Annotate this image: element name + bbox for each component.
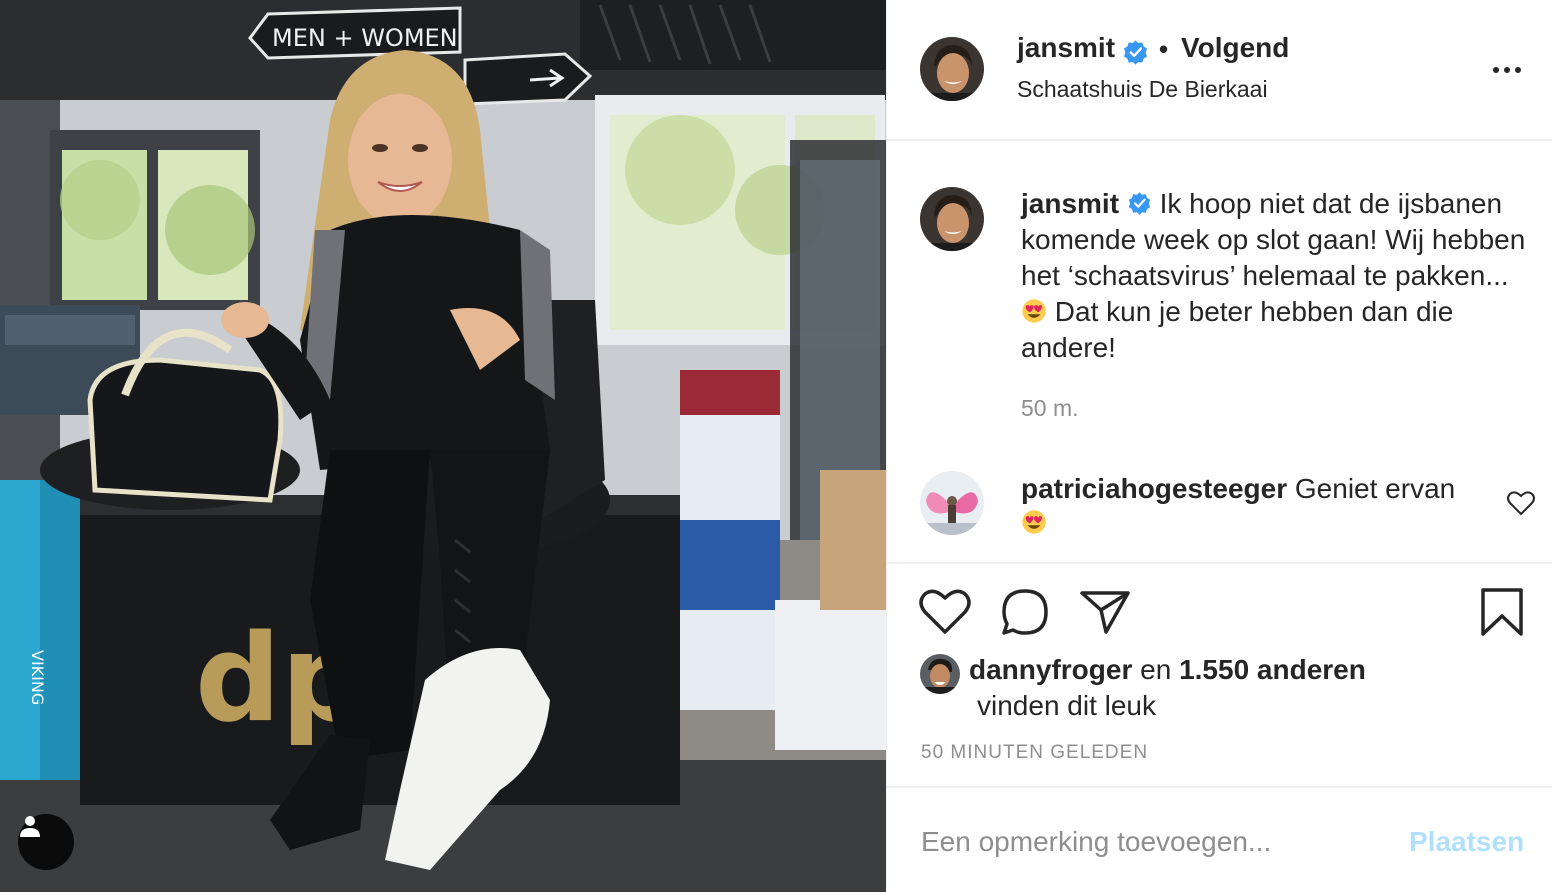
post-timestamp[interactable]: 50 MINUTEN GELEDEN xyxy=(921,742,1148,764)
heart-icon[interactable] xyxy=(919,588,971,636)
comment-text: patriciahogesteeger Geniet ervan xyxy=(1021,472,1491,540)
caption-body-2: Dat kun je beter hebben dan die andere! xyxy=(1021,296,1454,363)
comment-body: Geniet ervan xyxy=(1294,473,1456,504)
comment-like-heart-icon[interactable] xyxy=(1507,490,1535,516)
likes-connector: en xyxy=(1140,654,1172,685)
likes-summary: dannyfroger en 1.550 anderen xyxy=(969,654,1366,686)
post-photo[interactable]: MEN + WOMEN VIKING dp xyxy=(0,0,886,892)
actions-divider xyxy=(887,562,1552,564)
heart-eyes-emoji xyxy=(1022,299,1046,323)
caption-username[interactable]: jansmit xyxy=(1021,188,1119,219)
commenter-avatar[interactable] xyxy=(920,471,984,535)
author-avatar[interactable] xyxy=(920,37,984,101)
user-tag-button[interactable] xyxy=(18,814,74,870)
post-header: jansmit • Volgend Schaatshuis De Bierkaa… xyxy=(887,0,1552,141)
post-location[interactable]: Schaatshuis De Bierkaai xyxy=(1017,76,1268,103)
caption-time: 50 m. xyxy=(1021,395,1079,421)
commenter-username[interactable]: patriciahogesteeger xyxy=(1021,473,1287,504)
comment-input[interactable] xyxy=(921,822,1391,862)
sign-men-women: MEN + WOMEN xyxy=(272,24,458,52)
post-comment-button[interactable]: Plaatsen xyxy=(1409,826,1524,858)
user-tag-icon xyxy=(20,816,40,837)
likes-suffix: vinden dit leuk xyxy=(977,690,1157,721)
heart-eyes-emoji xyxy=(1022,510,1046,534)
photo-illustration: MEN + WOMEN VIKING dp xyxy=(0,0,886,892)
more-options-icon[interactable] xyxy=(1493,60,1525,80)
bookmark-icon[interactable] xyxy=(1477,588,1529,636)
caption-author-avatar[interactable] xyxy=(920,187,984,251)
header-separator-dot: • xyxy=(1159,34,1169,64)
paper-plane-icon[interactable] xyxy=(1079,588,1131,636)
svg-text:VIKING: VIKING xyxy=(28,650,47,705)
likes-others-count[interactable]: 1.550 anderen xyxy=(1179,654,1366,685)
comment-box-divider xyxy=(887,786,1552,788)
author-username[interactable]: jansmit xyxy=(1017,32,1115,64)
post-side-panel: jansmit • Volgend Schaatshuis De Bierkaa… xyxy=(886,0,1552,892)
liker-username[interactable]: dannyfroger xyxy=(969,654,1132,685)
caption-text: jansmit Ik hoop niet dat de ijsbanen kom… xyxy=(1021,186,1526,366)
comment-bubble-icon[interactable] xyxy=(999,588,1051,636)
verified-badge-icon xyxy=(1124,40,1147,65)
liker-avatar[interactable] xyxy=(920,654,960,694)
follow-status-button[interactable]: Volgend xyxy=(1181,32,1289,64)
verified-badge-icon xyxy=(1128,192,1150,215)
